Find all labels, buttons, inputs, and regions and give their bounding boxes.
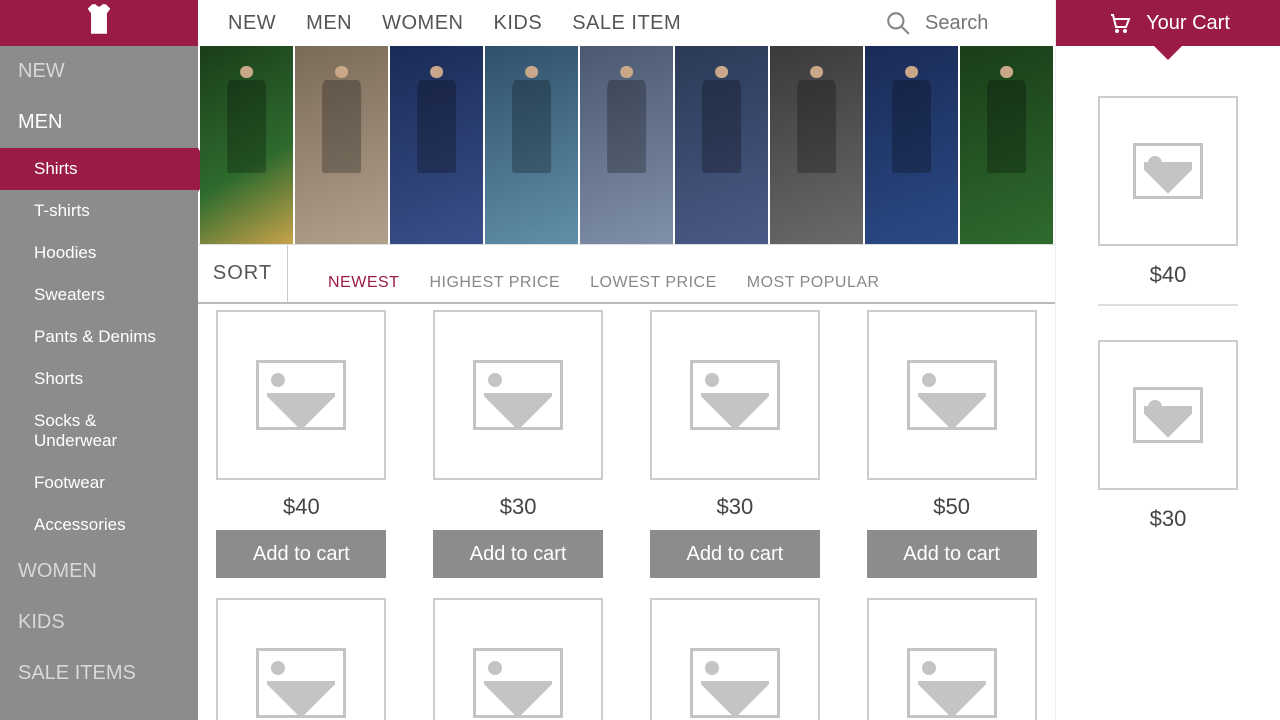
- sidebar-item-new[interactable]: NEW: [0, 46, 198, 97]
- sidebar-sub-footwear[interactable]: Footwear: [0, 462, 198, 504]
- product-grid: $40 Add to cart $30 Add to cart $30 Add …: [198, 304, 1055, 720]
- cart-item-thumb[interactable]: [1098, 96, 1238, 246]
- main-content: NEW MEN WOMEN KIDS SALE ITEM SORT: [198, 0, 1055, 720]
- nav-men[interactable]: MEN: [306, 12, 352, 35]
- app-root: NEW MEN Shirts T-shirts Hoodies Sweaters…: [0, 0, 1280, 720]
- add-to-cart-button[interactable]: Add to cart: [650, 530, 820, 578]
- nav-kids[interactable]: KIDS: [494, 12, 543, 35]
- image-placeholder-icon: [473, 648, 563, 718]
- sidebar-sub-shirts[interactable]: Shirts: [0, 148, 198, 190]
- sidebar-sub-socks[interactable]: Socks & Underwear: [0, 400, 198, 462]
- add-to-cart-button[interactable]: Add to cart: [216, 530, 386, 578]
- add-to-cart-button[interactable]: Add to cart: [433, 530, 603, 578]
- cart-item-thumb[interactable]: [1098, 340, 1238, 490]
- hero-image: [865, 46, 958, 244]
- sidebar-item-sale[interactable]: SALE ITEMS: [0, 648, 198, 699]
- image-placeholder-icon: [473, 360, 563, 430]
- search: [885, 10, 1025, 36]
- hero-image: [580, 46, 673, 244]
- product-card: [211, 598, 391, 720]
- image-placeholder-icon: [907, 360, 997, 430]
- product-thumb[interactable]: [867, 310, 1037, 480]
- sort-newest[interactable]: NEWEST: [328, 274, 399, 296]
- product-thumb[interactable]: [650, 310, 820, 480]
- search-icon[interactable]: [885, 10, 911, 36]
- cart-panel: Your Cart $40 $30: [1055, 0, 1280, 720]
- hero-image: [960, 46, 1053, 244]
- nav-sale[interactable]: SALE ITEM: [572, 12, 681, 35]
- sidebar-item-women[interactable]: WOMEN: [0, 546, 198, 597]
- sidebar-sub-pants[interactable]: Pants & Denims: [0, 316, 198, 358]
- product-card: [645, 598, 825, 720]
- image-placeholder-icon: [690, 648, 780, 718]
- sort-highest[interactable]: HIGHEST PRICE: [429, 274, 560, 296]
- sidebar-sublist: Shirts T-shirts Hoodies Sweaters Pants &…: [0, 148, 198, 546]
- cart-item: $40: [1080, 96, 1256, 306]
- cart-title: Your Cart: [1146, 12, 1230, 35]
- sidebar-item-kids[interactable]: KIDS: [0, 597, 198, 648]
- image-placeholder-icon: [1133, 143, 1203, 199]
- sort-bar: SORT NEWEST HIGHEST PRICE LOWEST PRICE M…: [198, 244, 1055, 304]
- image-placeholder-icon: [1133, 387, 1203, 443]
- product-price: $30: [500, 494, 537, 520]
- cart-item-price: $30: [1150, 506, 1187, 532]
- hero-image: [390, 46, 483, 244]
- image-placeholder-icon: [256, 360, 346, 430]
- product-thumb[interactable]: [216, 310, 386, 480]
- nav-new[interactable]: NEW: [228, 12, 276, 35]
- image-placeholder-icon: [256, 648, 346, 718]
- hero-banner: [200, 46, 1053, 244]
- sort-popular[interactable]: MOST POPULAR: [747, 274, 880, 296]
- logo[interactable]: [0, 0, 198, 46]
- hero-image: [485, 46, 578, 244]
- cart-list: $40 $30: [1056, 46, 1280, 720]
- product-card: $30 Add to cart: [428, 310, 608, 578]
- image-placeholder-icon: [690, 360, 780, 430]
- product-card: $30 Add to cart: [645, 310, 825, 578]
- cart-icon: [1106, 11, 1132, 35]
- product-thumb[interactable]: [216, 598, 386, 720]
- nav-women[interactable]: WOMEN: [382, 12, 463, 35]
- product-price: $30: [717, 494, 754, 520]
- sidebar-sub-shorts[interactable]: Shorts: [0, 358, 198, 400]
- product-card: [428, 598, 608, 720]
- image-placeholder-icon: [907, 648, 997, 718]
- product-card: $50 Add to cart: [862, 310, 1042, 578]
- hero-image: [675, 46, 768, 244]
- add-to-cart-button[interactable]: Add to cart: [867, 530, 1037, 578]
- sort-options: NEWEST HIGHEST PRICE LOWEST PRICE MOST P…: [288, 274, 1055, 302]
- sidebar: NEW MEN Shirts T-shirts Hoodies Sweaters…: [0, 0, 198, 720]
- top-nav: NEW MEN WOMEN KIDS SALE ITEM: [198, 0, 1055, 46]
- product-thumb[interactable]: [650, 598, 820, 720]
- sidebar-sub-hoodies[interactable]: Hoodies: [0, 232, 198, 274]
- product-thumb[interactable]: [867, 598, 1037, 720]
- product-price: $50: [933, 494, 970, 520]
- divider: [1098, 304, 1238, 306]
- product-card: [862, 598, 1042, 720]
- hero-image: [295, 46, 388, 244]
- cart-item-price: $40: [1150, 262, 1187, 288]
- sidebar-item-men[interactable]: MEN: [0, 97, 198, 148]
- sort-lowest[interactable]: LOWEST PRICE: [590, 274, 717, 296]
- search-input[interactable]: [925, 12, 1025, 35]
- shirt-icon: [85, 2, 113, 36]
- product-card: $40 Add to cart: [211, 310, 391, 578]
- sidebar-sub-tshirts[interactable]: T-shirts: [0, 190, 198, 232]
- hero-image: [770, 46, 863, 244]
- product-thumb[interactable]: [433, 310, 603, 480]
- product-price: $40: [283, 494, 320, 520]
- sidebar-sub-sweaters[interactable]: Sweaters: [0, 274, 198, 316]
- sidebar-sub-accessories[interactable]: Accessories: [0, 504, 198, 546]
- cart-header[interactable]: Your Cart: [1056, 0, 1280, 46]
- hero-image: [200, 46, 293, 244]
- sort-label: SORT: [198, 245, 288, 302]
- cart-item: $30: [1080, 340, 1256, 532]
- product-thumb[interactable]: [433, 598, 603, 720]
